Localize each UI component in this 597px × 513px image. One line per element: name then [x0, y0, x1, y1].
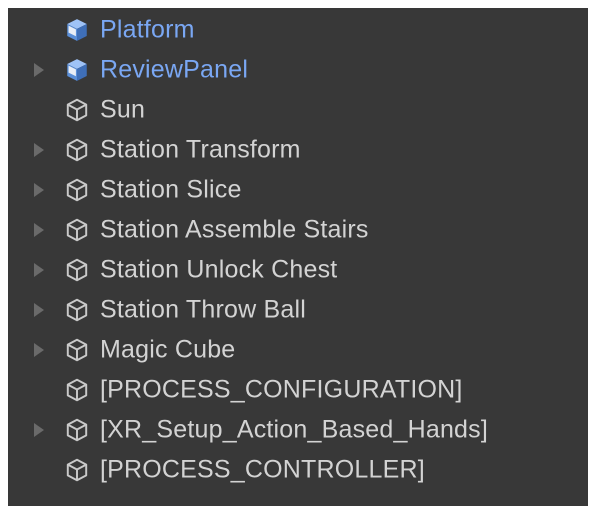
gameobject-cube-icon [64, 97, 90, 123]
item-label: Station Unlock Chest [100, 255, 338, 284]
hierarchy-item-station-transform[interactable]: Station Transform [8, 130, 588, 170]
item-label: [XR_Setup_Action_Based_Hands] [100, 415, 489, 444]
hierarchy-item-station-unlock-chest[interactable]: Station Unlock Chest [8, 250, 588, 290]
item-label: Station Assemble Stairs [100, 215, 369, 244]
gameobject-cube-icon [64, 297, 90, 323]
gameobject-cube-icon [64, 457, 90, 483]
hierarchy-item-magic-cube[interactable]: Magic Cube [8, 330, 588, 370]
hierarchy-item-xr-setup[interactable]: [XR_Setup_Action_Based_Hands] [8, 410, 588, 450]
hierarchy-item-station-slice[interactable]: Station Slice [8, 170, 588, 210]
item-label: Magic Cube [100, 335, 236, 364]
item-label: [PROCESS_CONTROLLER] [100, 455, 425, 484]
gameobject-cube-icon [64, 337, 90, 363]
item-label: Station Throw Ball [100, 295, 307, 324]
expand-arrow-icon[interactable] [34, 223, 44, 237]
item-label: Platform [100, 15, 195, 44]
gameobject-cube-icon [64, 417, 90, 443]
hierarchy-item-reviewpanel[interactable]: ReviewPanel [8, 50, 588, 90]
hierarchy-panel: Platform ReviewPanel Sun Station Transfo… [8, 8, 588, 506]
gameobject-cube-icon [64, 137, 90, 163]
expand-arrow-icon[interactable] [34, 63, 44, 77]
prefab-cube-icon [64, 17, 90, 43]
item-label: [PROCESS_CONFIGURATION] [100, 375, 463, 404]
prefab-cube-icon [64, 57, 90, 83]
hierarchy-item-platform[interactable]: Platform [8, 10, 588, 50]
expand-arrow-icon[interactable] [34, 343, 44, 357]
expand-arrow-icon[interactable] [34, 263, 44, 277]
hierarchy-item-station-throw-ball[interactable]: Station Throw Ball [8, 290, 588, 330]
gameobject-cube-icon [64, 257, 90, 283]
expand-arrow-icon[interactable] [34, 303, 44, 317]
item-label: Sun [100, 95, 146, 124]
item-label: Station Slice [100, 175, 242, 204]
item-label: Station Transform [100, 135, 301, 164]
expand-arrow-icon[interactable] [34, 183, 44, 197]
expand-arrow-icon[interactable] [34, 143, 44, 157]
hierarchy-item-station-assemble-stairs[interactable]: Station Assemble Stairs [8, 210, 588, 250]
gameobject-cube-icon [64, 217, 90, 243]
hierarchy-item-process-configuration[interactable]: [PROCESS_CONFIGURATION] [8, 370, 588, 410]
gameobject-cube-icon [64, 177, 90, 203]
expand-arrow-icon[interactable] [34, 423, 44, 437]
item-label: ReviewPanel [100, 55, 249, 84]
hierarchy-item-sun[interactable]: Sun [8, 90, 588, 130]
gameobject-cube-icon [64, 377, 90, 403]
hierarchy-item-process-controller[interactable]: [PROCESS_CONTROLLER] [8, 450, 588, 490]
